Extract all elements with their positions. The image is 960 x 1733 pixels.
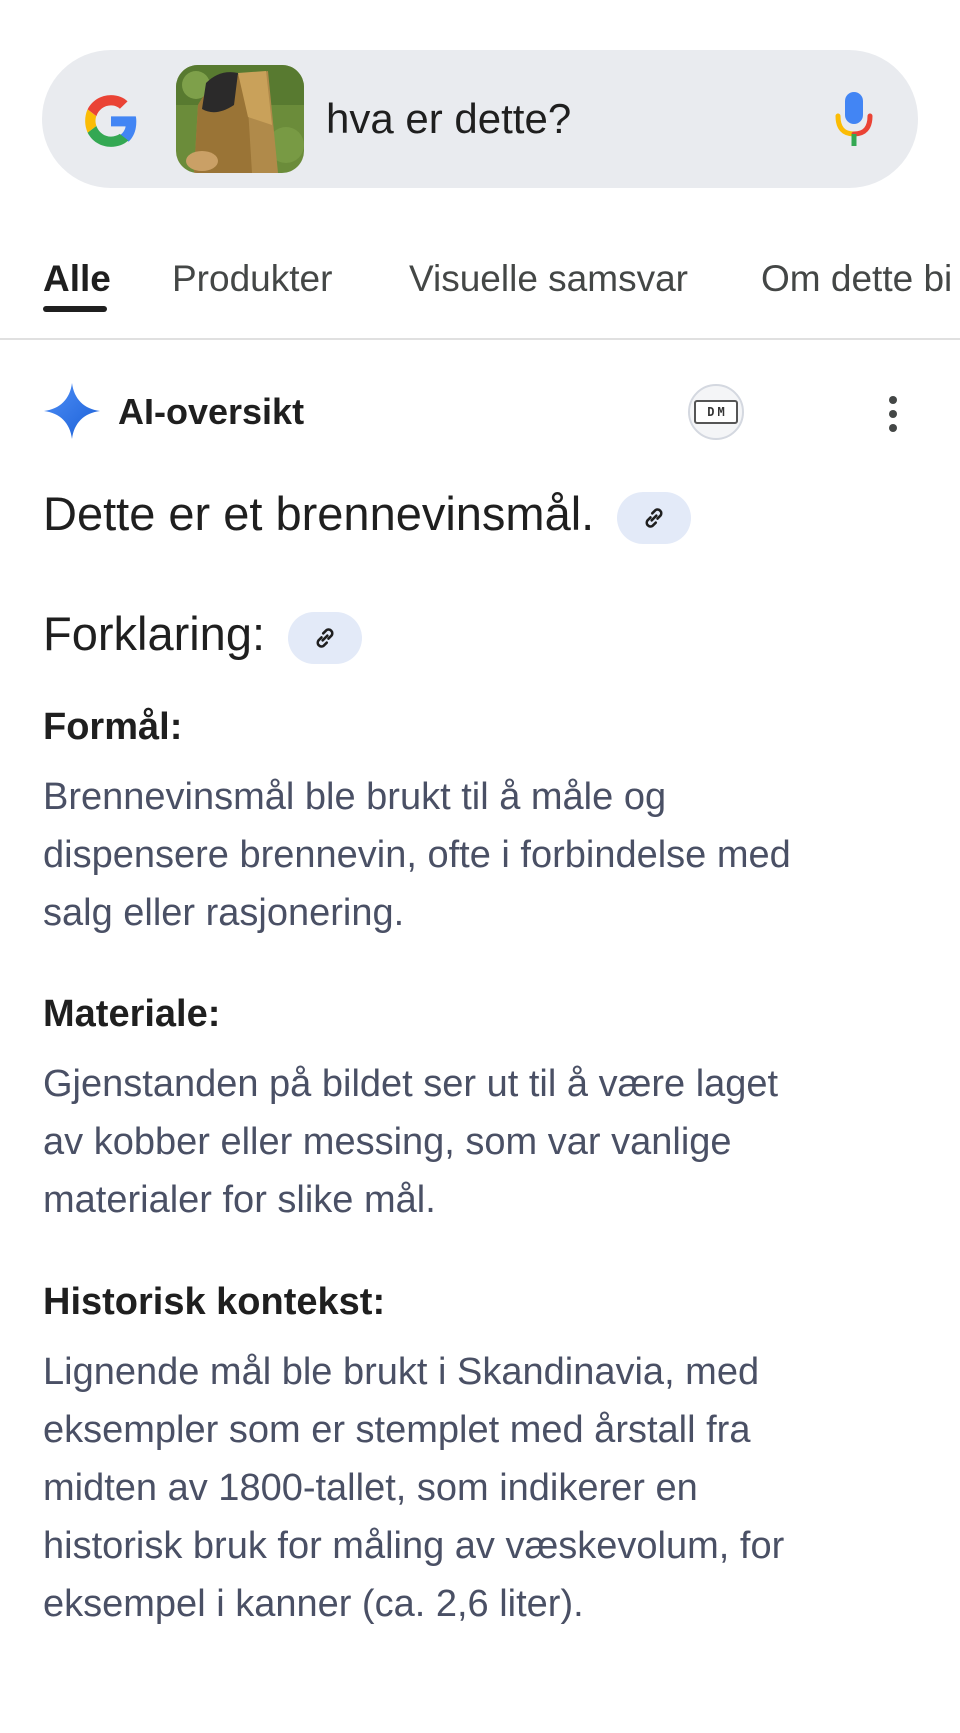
search-tabs: Alle Produkter Visuelle samsvar Om dette… — [0, 240, 960, 340]
ai-headline: Dette er et brennevinsmål. — [43, 484, 692, 544]
source-logo[interactable]: D M — [688, 384, 744, 440]
more-vert-icon — [878, 396, 908, 432]
text-line: Gjenstanden på bildet ser ut til å være … — [43, 1063, 779, 1105]
text-line: dispensere brennevin, ofte i forbindelse… — [43, 834, 791, 876]
ai-headline-text: Dette er et brennevinsmål. — [43, 487, 595, 540]
tab-visuelle-samsvar[interactable]: Visuelle samsvar — [409, 256, 688, 302]
link-icon — [645, 507, 663, 528]
ai-overview-title: AI-oversikt — [118, 391, 305, 432]
section-heading-historisk-kontekst: Historisk kontekst: — [43, 1281, 386, 1323]
text-line: midten av 1800-tallet, som indikerer en — [43, 1467, 698, 1509]
section-text-formal: Brennevinsmål ble brukt til å måle og di… — [43, 768, 923, 942]
sparkle-icon — [44, 383, 100, 439]
search-image-thumbnail[interactable] — [176, 65, 304, 173]
text-line: Brennevinsmål ble brukt til å måle og — [43, 776, 667, 818]
google-g-icon — [85, 95, 137, 147]
text-line: salg eller rasjonering. — [43, 892, 405, 934]
section-heading-formal: Formål: — [43, 706, 183, 748]
link-icon — [316, 627, 334, 648]
section-text-materiale: Gjenstanden på bildet ser ut til å være … — [43, 1055, 923, 1229]
page: hva er dette? Alle Produkter Visuelle sa… — [0, 0, 960, 1733]
tab-produkter[interactable]: Produkter — [172, 256, 332, 302]
microphone-icon[interactable] — [832, 90, 876, 150]
tab-alle[interactable]: Alle — [43, 256, 111, 302]
tab-om-dette-bildet[interactable]: Om dette bi — [761, 256, 952, 302]
more-options-button[interactable] — [878, 392, 908, 436]
source-logo-letter: D — [707, 405, 715, 419]
text-line: materialer for slike mål. — [43, 1179, 436, 1221]
section-text-historisk-kontekst: Lignende mål ble brukt i Skandinavia, me… — [43, 1343, 923, 1633]
active-tab-indicator — [43, 306, 107, 312]
source-link-button[interactable] — [617, 491, 692, 544]
text-line: Lignende mål ble brukt i Skandinavia, me… — [43, 1351, 760, 1393]
text-line: av kobber eller messing, som var vanlige — [43, 1121, 732, 1163]
text-line: eksempler som er stemplet med årstall fr… — [43, 1409, 751, 1451]
text-line: historisk bruk for måling av væskevolum,… — [43, 1525, 785, 1567]
text-line: eksempel i kanner (ca. 2,6 liter). — [43, 1583, 584, 1625]
section-heading-materiale: Materiale: — [43, 993, 221, 1035]
source-logo-mark: D M — [694, 400, 738, 424]
search-query-text[interactable]: hva er dette? — [326, 94, 571, 144]
explanation-heading: Forklaring: — [43, 604, 363, 664]
explanation-heading-text: Forklaring: — [43, 607, 266, 660]
source-link-button[interactable] — [288, 611, 363, 664]
source-logo-letter: M — [717, 405, 725, 419]
